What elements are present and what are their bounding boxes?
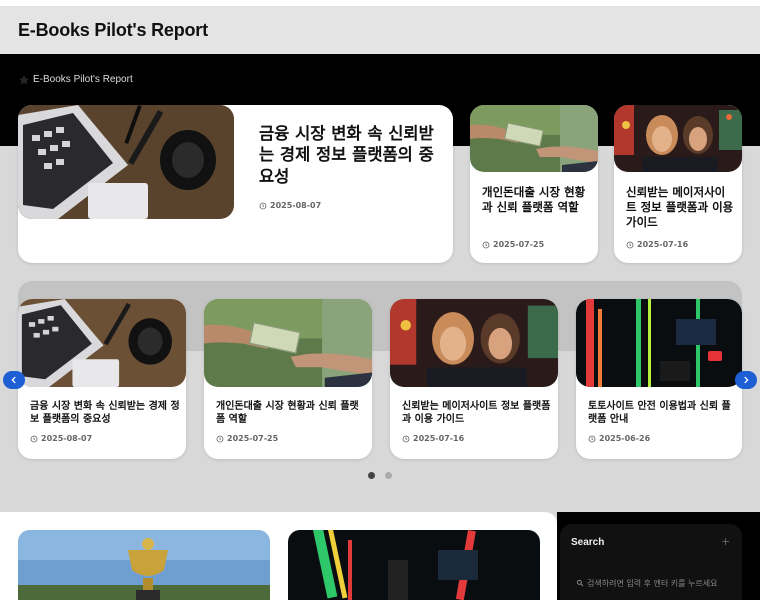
casino-couple-photo: [390, 299, 558, 387]
casino-couple-photo: [614, 105, 742, 172]
neon-slot-photo: [576, 299, 742, 387]
date-text: 2025-06-26: [599, 434, 651, 443]
date-text: 2025-07-25: [227, 434, 279, 443]
card-date: 2025-08-07: [259, 201, 321, 210]
date-text: 2025-08-07: [270, 201, 322, 210]
slider-card[interactable]: 개인돈대출 시장 현황과 신뢰 플랫폼 역할 2025-07-25: [204, 299, 372, 459]
trophy-photo[interactable]: [18, 530, 270, 600]
featured-card[interactable]: 개인돈대출 시장 현황과 신뢰 플랫폼 역할 2025-07-25: [470, 105, 598, 263]
date-text: 2025-07-16: [413, 434, 465, 443]
clock-icon: [588, 435, 596, 442]
cash-handover-photo: [470, 105, 598, 172]
pagination-dot-active[interactable]: [368, 472, 375, 479]
card-title[interactable]: 개인돈대출 시장 현황과 신뢰 플랫폼 역할: [482, 185, 588, 215]
laptop-photo: [18, 105, 234, 219]
search-placeholder: 검색하려면 입력 후 엔터 키를 누르세요: [587, 578, 718, 588]
date-text: 2025-07-25: [493, 240, 545, 249]
clock-icon: [30, 435, 38, 442]
card-date: 2025-08-07: [30, 434, 92, 443]
site-title[interactable]: E-Books Pilot's Report: [18, 20, 208, 41]
slider-prev-button[interactable]: [3, 371, 25, 389]
laptop-photo: [18, 299, 186, 387]
date-text: 2025-07-16: [637, 240, 689, 249]
star-icon: [19, 74, 29, 84]
card-title[interactable]: 신뢰받는 메이저사이트 정보 플랫폼과 이용 가이드: [626, 185, 734, 230]
chevron-right-icon: [744, 376, 749, 384]
slider-card[interactable]: 신뢰받는 메이저사이트 정보 플랫폼과 이용 가이드 2025-07-16: [390, 299, 558, 459]
card-date: 2025-06-26: [588, 434, 650, 443]
card-date: 2025-07-25: [482, 240, 544, 249]
chevron-left-icon: [11, 376, 16, 384]
neon-slot-photo[interactable]: [288, 530, 540, 600]
card-title[interactable]: 금융 시장 변화 속 신뢰받는 경제 정보 플랫폼의 중요성: [259, 123, 439, 187]
card-title[interactable]: 금융 시장 변화 속 신뢰받는 경제 정보 플랫폼의 중요성: [30, 400, 180, 426]
search-icon: [576, 579, 584, 587]
clock-icon: [216, 435, 224, 442]
post-grid: [0, 512, 557, 600]
search-input[interactable]: 검색하려면 입력 후 엔터 키를 누르세요: [576, 575, 726, 591]
clock-icon: [259, 202, 267, 209]
slider-pagination: [368, 472, 392, 479]
expand-icon[interactable]: +: [721, 535, 730, 548]
clock-icon: [626, 241, 634, 248]
card-date: 2025-07-16: [402, 434, 464, 443]
card-title[interactable]: 토토사이트 안전 이용법과 신뢰 플랫폼 안내: [588, 400, 736, 426]
slider-next-button[interactable]: [735, 371, 757, 389]
site-header: E-Books Pilot's Report: [0, 6, 760, 54]
search-title: Search: [571, 537, 605, 548]
card-title[interactable]: 신뢰받는 메이저사이트 정보 플랫폼과 이용 가이드: [402, 400, 552, 426]
featured-card-main[interactable]: 금융 시장 변화 속 신뢰받는 경제 정보 플랫폼의 중요성 2025-08-0…: [18, 105, 453, 263]
card-title[interactable]: 개인돈대출 시장 현황과 신뢰 플랫폼 역할: [216, 400, 366, 426]
clock-icon: [482, 241, 490, 248]
cash-handover-photo: [204, 299, 372, 387]
breadcrumb: E-Books Pilot's Report: [19, 74, 133, 85]
date-text: 2025-08-07: [41, 434, 93, 443]
clock-icon: [402, 435, 410, 442]
card-date: 2025-07-16: [626, 240, 688, 249]
card-date: 2025-07-25: [216, 434, 278, 443]
pagination-dot[interactable]: [385, 472, 392, 479]
slider-card[interactable]: 토토사이트 안전 이용법과 신뢰 플랫폼 안내 2025-06-26: [576, 299, 742, 459]
slider-card[interactable]: 금융 시장 변화 속 신뢰받는 경제 정보 플랫폼의 중요성 2025-08-0…: [18, 299, 186, 459]
featured-card[interactable]: 신뢰받는 메이저사이트 정보 플랫폼과 이용 가이드 2025-07-16: [614, 105, 742, 263]
breadcrumb-label[interactable]: E-Books Pilot's Report: [33, 74, 133, 85]
